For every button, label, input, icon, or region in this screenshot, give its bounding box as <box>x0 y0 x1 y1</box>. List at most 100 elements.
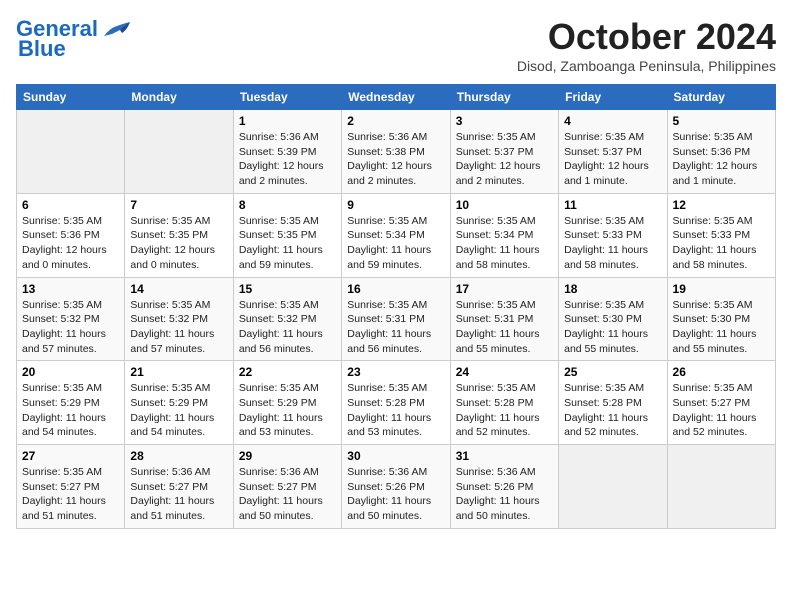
logo-bird-icon <box>102 18 132 40</box>
day-cell <box>17 110 125 194</box>
day-cell: 31 Sunrise: 5:36 AM Sunset: 5:26 PM Dayli… <box>450 445 558 529</box>
day-info: Sunrise: 5:36 AM Sunset: 5:38 PM Dayligh… <box>347 130 444 189</box>
day-number: 20 <box>22 365 119 379</box>
day-number: 18 <box>564 282 661 296</box>
day-number: 5 <box>673 114 770 128</box>
day-number: 9 <box>347 198 444 212</box>
day-info: Sunrise: 5:35 AM Sunset: 5:27 PM Dayligh… <box>673 381 770 440</box>
day-cell: 20Sunrise: 5:35 AM Sunset: 5:29 PM Dayli… <box>17 361 125 445</box>
week-row-2: 6Sunrise: 5:35 AM Sunset: 5:36 PM Daylig… <box>17 193 776 277</box>
day-info: Sunrise: 5:35 AM Sunset: 5:35 PM Dayligh… <box>239 214 336 273</box>
month-title: October 2024 <box>517 16 776 58</box>
header-cell-wednesday: Wednesday <box>342 85 450 110</box>
week-row-5: 27 Sunrise: 5:35 AM Sunset: 5:27 PM Dayli… <box>17 445 776 529</box>
header-row: SundayMondayTuesdayWednesdayThursdayFrid… <box>17 85 776 110</box>
week-row-1: 1 Sunrise: 5:36 AM Sunset: 5:39 PM Daylig… <box>17 110 776 194</box>
day-number: 14 <box>130 282 227 296</box>
day-cell: 24 Sunrise: 5:35 AM Sunset: 5:28 PM Dayli… <box>450 361 558 445</box>
day-number: 1 <box>239 114 336 128</box>
day-cell: 26 Sunrise: 5:35 AM Sunset: 5:27 PM Dayli… <box>667 361 775 445</box>
day-number: 16 <box>347 282 444 296</box>
day-info: Sunrise: 5:35 AM Sunset: 5:29 PM Dayligh… <box>130 381 227 440</box>
day-info: Sunrise: 5:35 AM Sunset: 5:33 PM Dayligh… <box>564 214 661 273</box>
day-cell <box>667 445 775 529</box>
day-info: Sunrise: 5:36 AM Sunset: 5:26 PM Dayligh… <box>456 465 553 524</box>
day-number: 12 <box>673 198 770 212</box>
day-number: 29 <box>239 449 336 463</box>
day-cell: 23 Sunrise: 5:35 AM Sunset: 5:28 PM Dayli… <box>342 361 450 445</box>
day-cell: 14 Sunrise: 5:35 AM Sunset: 5:32 PM Dayli… <box>125 277 233 361</box>
header-cell-saturday: Saturday <box>667 85 775 110</box>
day-number: 3 <box>456 114 553 128</box>
day-cell: 16 Sunrise: 5:35 AM Sunset: 5:31 PM Dayli… <box>342 277 450 361</box>
logo-blue-text: Blue <box>18 36 66 62</box>
page-header: General Blue October 2024 Disod, Zamboan… <box>16 16 776 74</box>
day-info: Sunrise: 5:35 AM Sunset: 5:34 PM Dayligh… <box>347 214 444 273</box>
day-info: Sunrise: 5:35 AM Sunset: 5:36 PM Dayligh… <box>673 130 770 189</box>
day-cell: 11 Sunrise: 5:35 AM Sunset: 5:33 PM Dayli… <box>559 193 667 277</box>
day-cell: 17Sunrise: 5:35 AM Sunset: 5:31 PM Dayli… <box>450 277 558 361</box>
day-number: 13 <box>22 282 119 296</box>
day-info: Sunrise: 5:35 AM Sunset: 5:30 PM Dayligh… <box>673 298 770 357</box>
day-info: Sunrise: 5:35 AM Sunset: 5:32 PM Dayligh… <box>239 298 336 357</box>
day-cell: 4Sunrise: 5:35 AM Sunset: 5:37 PM Daylig… <box>559 110 667 194</box>
day-info: Sunrise: 5:35 AM Sunset: 5:28 PM Dayligh… <box>347 381 444 440</box>
day-info: Sunrise: 5:35 AM Sunset: 5:31 PM Dayligh… <box>347 298 444 357</box>
day-number: 10 <box>456 198 553 212</box>
day-info: Sunrise: 5:35 AM Sunset: 5:29 PM Dayligh… <box>239 381 336 440</box>
day-cell: 7 Sunrise: 5:35 AM Sunset: 5:35 PM Daylig… <box>125 193 233 277</box>
calendar-body: 1 Sunrise: 5:36 AM Sunset: 5:39 PM Daylig… <box>17 110 776 529</box>
day-cell: 3 Sunrise: 5:35 AM Sunset: 5:37 PM Daylig… <box>450 110 558 194</box>
day-number: 15 <box>239 282 336 296</box>
day-number: 28 <box>130 449 227 463</box>
day-number: 2 <box>347 114 444 128</box>
day-number: 8 <box>239 198 336 212</box>
day-info: Sunrise: 5:35 AM Sunset: 5:30 PM Dayligh… <box>564 298 661 357</box>
day-cell: 1 Sunrise: 5:36 AM Sunset: 5:39 PM Daylig… <box>233 110 341 194</box>
day-number: 26 <box>673 365 770 379</box>
day-number: 7 <box>130 198 227 212</box>
day-info: Sunrise: 5:35 AM Sunset: 5:31 PM Dayligh… <box>456 298 553 357</box>
day-cell: 15 Sunrise: 5:35 AM Sunset: 5:32 PM Dayli… <box>233 277 341 361</box>
day-info: Sunrise: 5:36 AM Sunset: 5:27 PM Dayligh… <box>239 465 336 524</box>
day-info: Sunrise: 5:35 AM Sunset: 5:28 PM Dayligh… <box>456 381 553 440</box>
day-cell: 21 Sunrise: 5:35 AM Sunset: 5:29 PM Dayli… <box>125 361 233 445</box>
day-number: 23 <box>347 365 444 379</box>
day-number: 30 <box>347 449 444 463</box>
day-number: 11 <box>564 198 661 212</box>
day-cell <box>125 110 233 194</box>
day-cell: 28 Sunrise: 5:36 AM Sunset: 5:27 PM Dayli… <box>125 445 233 529</box>
day-info: Sunrise: 5:35 AM Sunset: 5:32 PM Dayligh… <box>130 298 227 357</box>
day-cell: 13 Sunrise: 5:35 AM Sunset: 5:32 PM Dayli… <box>17 277 125 361</box>
header-cell-sunday: Sunday <box>17 85 125 110</box>
day-info: Sunrise: 5:35 AM Sunset: 5:37 PM Dayligh… <box>456 130 553 189</box>
day-cell: 6Sunrise: 5:35 AM Sunset: 5:36 PM Daylig… <box>17 193 125 277</box>
week-row-4: 20 Sunrise: 5:35 AM Sunset: 5:29 PM Dayli… <box>17 361 776 445</box>
day-info: Sunrise: 5:36 AM Sunset: 5:27 PM Dayligh… <box>130 465 227 524</box>
header-cell-friday: Friday <box>559 85 667 110</box>
day-number: 24 <box>456 365 553 379</box>
day-cell: 8 Sunrise: 5:35 AM Sunset: 5:35 PM Daylig… <box>233 193 341 277</box>
calendar-header: SundayMondayTuesdayWednesdayThursdayFrid… <box>17 85 776 110</box>
day-cell: 27 Sunrise: 5:35 AM Sunset: 5:27 PM Dayli… <box>17 445 125 529</box>
day-cell: 25Sunrise: 5:35 AM Sunset: 5:28 PM Dayli… <box>559 361 667 445</box>
day-number: 31 <box>456 449 553 463</box>
title-section: October 2024 Disod, Zamboanga Peninsula,… <box>517 16 776 74</box>
day-number: 27 <box>22 449 119 463</box>
day-info: Sunrise: 5:35 AM Sunset: 5:27 PM Dayligh… <box>22 465 119 524</box>
day-info: Sunrise: 5:35 AM Sunset: 5:35 PM Dayligh… <box>130 214 227 273</box>
day-info: Sunrise: 5:35 AM Sunset: 5:32 PM Dayligh… <box>22 298 119 357</box>
day-info: Sunrise: 5:36 AM Sunset: 5:39 PM Dayligh… <box>239 130 336 189</box>
day-info: Sunrise: 5:35 AM Sunset: 5:28 PM Dayligh… <box>564 381 661 440</box>
day-cell: 22 Sunrise: 5:35 AM Sunset: 5:29 PM Dayli… <box>233 361 341 445</box>
location-subtitle: Disod, Zamboanga Peninsula, Philippines <box>517 58 776 74</box>
day-number: 4 <box>564 114 661 128</box>
day-cell: 10Sunrise: 5:35 AM Sunset: 5:34 PM Dayli… <box>450 193 558 277</box>
day-number: 21 <box>130 365 227 379</box>
day-number: 19 <box>673 282 770 296</box>
header-cell-thursday: Thursday <box>450 85 558 110</box>
day-number: 22 <box>239 365 336 379</box>
week-row-3: 13 Sunrise: 5:35 AM Sunset: 5:32 PM Dayli… <box>17 277 776 361</box>
calendar-table: SundayMondayTuesdayWednesdayThursdayFrid… <box>16 84 776 529</box>
logo: General Blue <box>16 16 132 62</box>
